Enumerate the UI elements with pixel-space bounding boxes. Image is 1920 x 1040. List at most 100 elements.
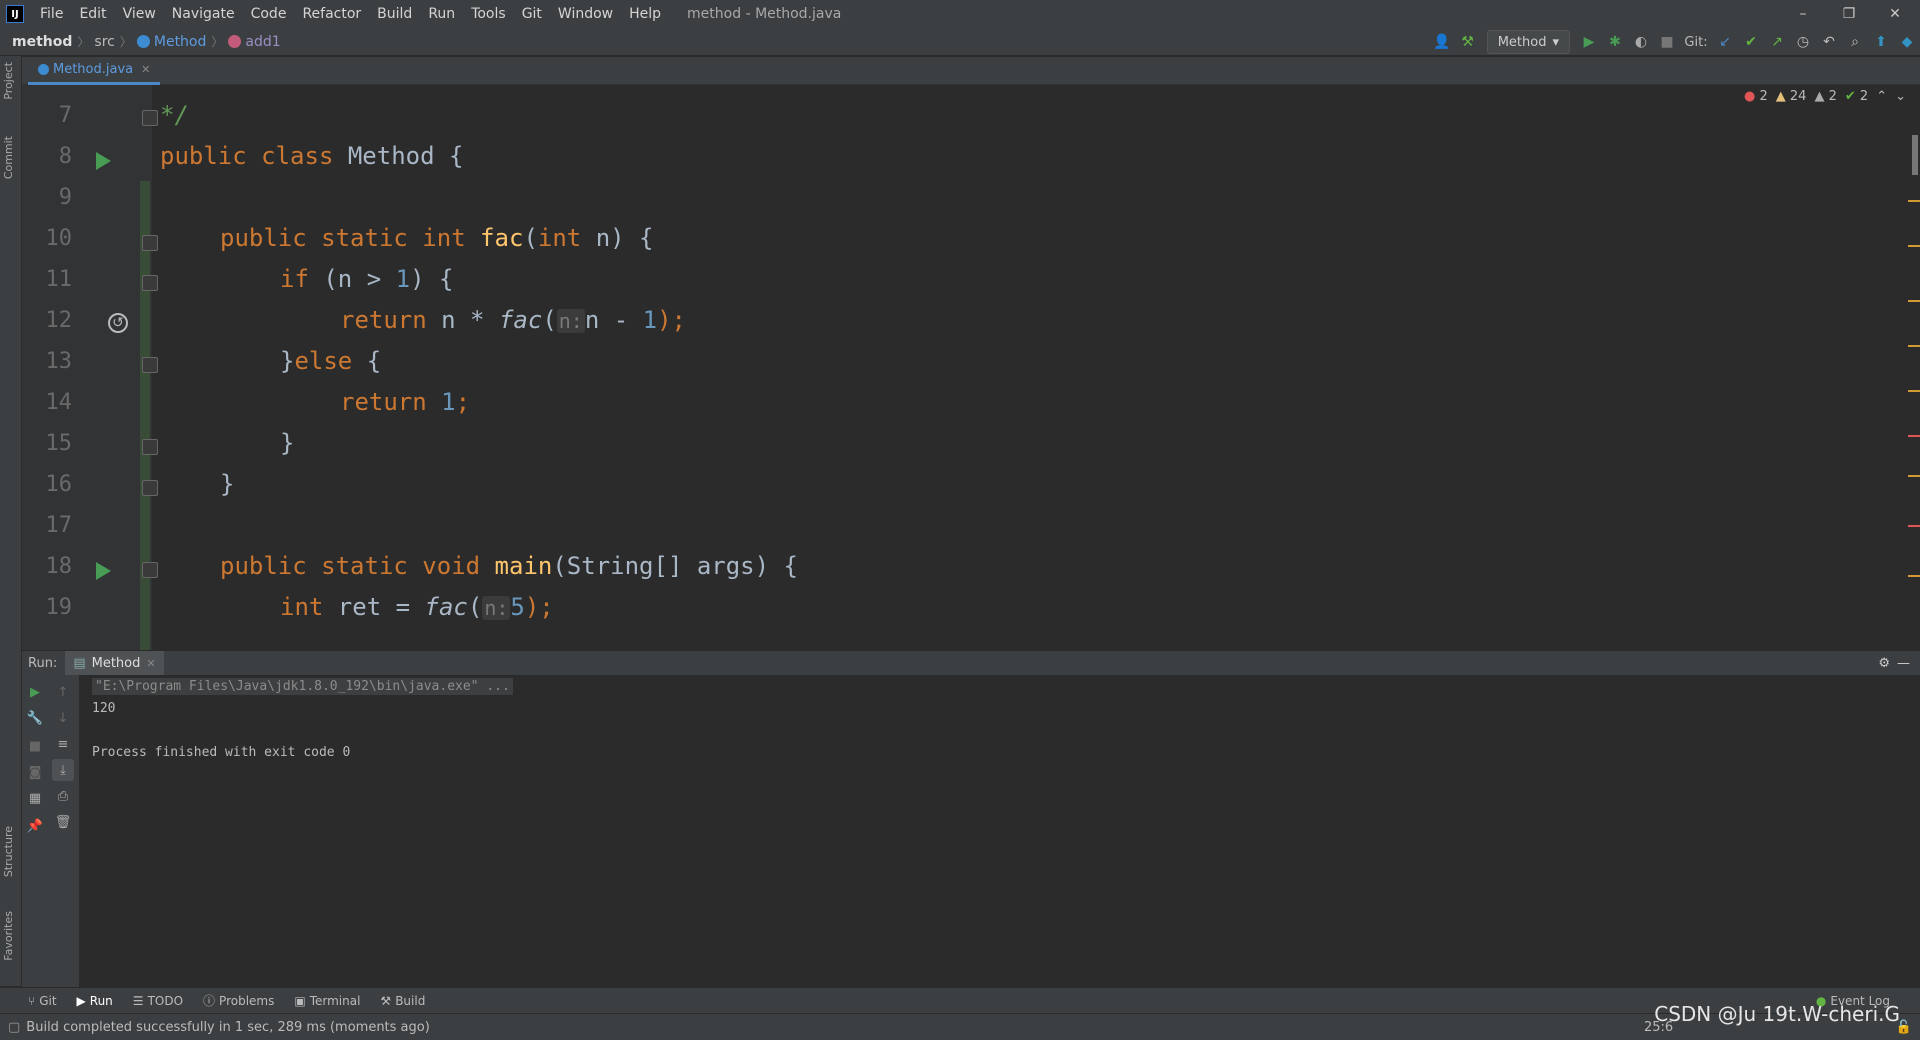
git-commit-check-icon[interactable]: ✔: [1738, 28, 1764, 56]
user-icon[interactable]: 👤: [1429, 28, 1455, 56]
code-line-16[interactable]: }: [220, 470, 234, 498]
bottom-tab-build[interactable]: ⚒ Build: [370, 988, 435, 1014]
structure-tool-tab[interactable]: Structure: [2, 826, 15, 877]
rollback-undo-icon[interactable]: ↶: [1816, 28, 1842, 56]
warning-marker[interactable]: [1908, 245, 1920, 247]
update-ide-icon[interactable]: ⬆: [1868, 28, 1894, 56]
inspection-widget[interactable]: ● 2 ▲ 24 ▲ 2 ✔ 2 ⌃ ⌄: [1744, 89, 1906, 104]
bottom-tab-run[interactable]: ▶ Run: [67, 988, 123, 1014]
bottom-tab-git[interactable]: ⑂ Git: [18, 988, 67, 1014]
fold-marker-icon[interactable]: [142, 235, 158, 251]
pin-icon[interactable]: 📌: [24, 815, 46, 837]
menu-edit[interactable]: Edit: [71, 0, 114, 28]
menu-code[interactable]: Code: [243, 0, 295, 28]
restore-button[interactable]: ❐: [1826, 0, 1872, 28]
vcs-change-marker[interactable]: [140, 181, 150, 650]
rerun-icon[interactable]: ▶: [24, 681, 46, 703]
fold-marker-icon[interactable]: [142, 562, 158, 578]
warning-marker[interactable]: [1908, 390, 1920, 392]
status-message[interactable]: Build completed successfully in 1 sec, 2…: [26, 1020, 430, 1035]
close-tab-icon[interactable]: ✕: [146, 657, 155, 670]
code-line-10[interactable]: public static int fac(int n) {: [220, 224, 654, 252]
build-hammer-icon[interactable]: ⚒: [1455, 28, 1481, 56]
error-marker[interactable]: [1908, 435, 1920, 437]
trash-icon[interactable]: 🗑: [52, 811, 74, 833]
search-icon[interactable]: ⌕: [1842, 28, 1868, 56]
code-line-12[interactable]: return n * fac(n:n - 1);: [340, 306, 686, 334]
code-line-7[interactable]: */: [160, 101, 189, 129]
hide-panel-icon[interactable]: —: [1897, 656, 1910, 671]
menu-git[interactable]: Git: [514, 0, 550, 28]
editor-tab-method-java[interactable]: Method.java ✕: [28, 57, 161, 85]
run-class-gutter-icon[interactable]: [96, 152, 111, 170]
warning-marker[interactable]: [1908, 200, 1920, 202]
fold-marker-icon[interactable]: [142, 110, 158, 126]
warning-marker[interactable]: [1908, 300, 1920, 302]
breadcrumb-class[interactable]: Method: [136, 34, 206, 50]
warning-marker[interactable]: [1908, 345, 1920, 347]
status-square-icon[interactable]: ▢: [8, 1020, 20, 1035]
arrow-down-icon[interactable]: ↓: [52, 707, 74, 729]
coverage-icon[interactable]: ◐: [1628, 28, 1654, 56]
run-icon[interactable]: ▶: [1576, 28, 1602, 56]
fold-marker-icon[interactable]: [142, 480, 158, 496]
menu-window[interactable]: Window: [550, 0, 621, 28]
run-configuration-select[interactable]: Method ▾: [1486, 30, 1570, 54]
code-line-18[interactable]: public static void main(String[] args) {: [220, 552, 798, 580]
recursive-call-icon[interactable]: ↺: [108, 313, 128, 333]
warning-marker[interactable]: [1908, 575, 1920, 577]
code-line-19[interactable]: int ret = fac(n:5);: [280, 593, 554, 621]
breadcrumb-method[interactable]: add1: [228, 34, 281, 50]
close-tab-icon[interactable]: ✕: [141, 63, 150, 76]
minimize-button[interactable]: –: [1780, 0, 1826, 28]
favorites-tool-tab[interactable]: Favorites: [2, 911, 15, 961]
code-line-11[interactable]: if (n > 1) {: [280, 265, 453, 293]
chevron-up-icon[interactable]: ⌃: [1876, 89, 1887, 104]
menu-view[interactable]: View: [115, 0, 164, 28]
console-command-line[interactable]: "E:\Program Files\Java\jdk1.8.0_192\bin\…: [92, 678, 513, 695]
code-editor[interactable]: 7 8 9 10 11 12 13 14 15 16 17 18 19 ↺ */…: [22, 85, 1920, 650]
breadcrumb-src[interactable]: src: [94, 34, 114, 50]
gear-icon[interactable]: ⚙: [1878, 656, 1890, 671]
fold-marker-icon[interactable]: [142, 357, 158, 373]
chevron-down-icon[interactable]: ⌄: [1895, 89, 1906, 104]
error-stripe[interactable]: [1908, 125, 1920, 650]
bottom-tab-terminal[interactable]: ▣ Terminal: [284, 988, 370, 1014]
camera-icon[interactable]: ◙: [24, 761, 46, 783]
run-main-gutter-icon[interactable]: [96, 562, 111, 580]
fold-marker-icon[interactable]: [142, 275, 158, 291]
scrollbar-thumb[interactable]: [1912, 135, 1918, 175]
history-clock-icon[interactable]: ◷: [1790, 28, 1816, 56]
warning-marker[interactable]: [1908, 475, 1920, 477]
plugin-icon[interactable]: ◆: [1894, 28, 1920, 56]
git-push-icon[interactable]: ↗: [1764, 28, 1790, 56]
console-output[interactable]: "E:\Program Files\Java\jdk1.8.0_192\bin\…: [80, 675, 1920, 987]
error-marker[interactable]: [1908, 525, 1920, 527]
git-update-icon[interactable]: ↙: [1712, 28, 1738, 56]
code-line-8[interactable]: public class Method {: [160, 142, 463, 170]
bottom-tab-problems[interactable]: ⓘ Problems: [193, 988, 284, 1014]
run-tab-method[interactable]: ▤ Method ✕: [65, 650, 164, 676]
print-icon[interactable]: ⎙: [52, 785, 74, 807]
stop-icon[interactable]: ■: [1654, 28, 1680, 56]
layout-icon[interactable]: ▦: [24, 787, 46, 809]
breadcrumb-project[interactable]: method: [12, 34, 72, 50]
code-line-14[interactable]: return 1;: [340, 388, 470, 416]
commit-tool-tab[interactable]: Commit: [2, 136, 15, 179]
arrow-up-icon[interactable]: ↑: [52, 681, 74, 703]
close-button[interactable]: ✕: [1872, 0, 1918, 28]
menu-navigate[interactable]: Navigate: [164, 0, 243, 28]
menu-build[interactable]: Build: [369, 0, 420, 28]
project-tool-tab[interactable]: Project: [2, 62, 15, 100]
scroll-to-end-icon[interactable]: ⤓: [52, 759, 74, 781]
menu-run[interactable]: Run: [420, 0, 463, 28]
code-line-13[interactable]: }else {: [280, 347, 381, 375]
wrench-icon[interactable]: 🔧: [24, 707, 46, 729]
menu-help[interactable]: Help: [621, 0, 669, 28]
soft-wrap-icon[interactable]: ≡: [52, 733, 74, 755]
stop-icon[interactable]: ■: [24, 735, 46, 757]
code-line-15[interactable]: }: [280, 429, 294, 457]
menu-tools[interactable]: Tools: [463, 0, 514, 28]
fold-marker-icon[interactable]: [142, 439, 158, 455]
menu-file[interactable]: File: [32, 0, 71, 28]
